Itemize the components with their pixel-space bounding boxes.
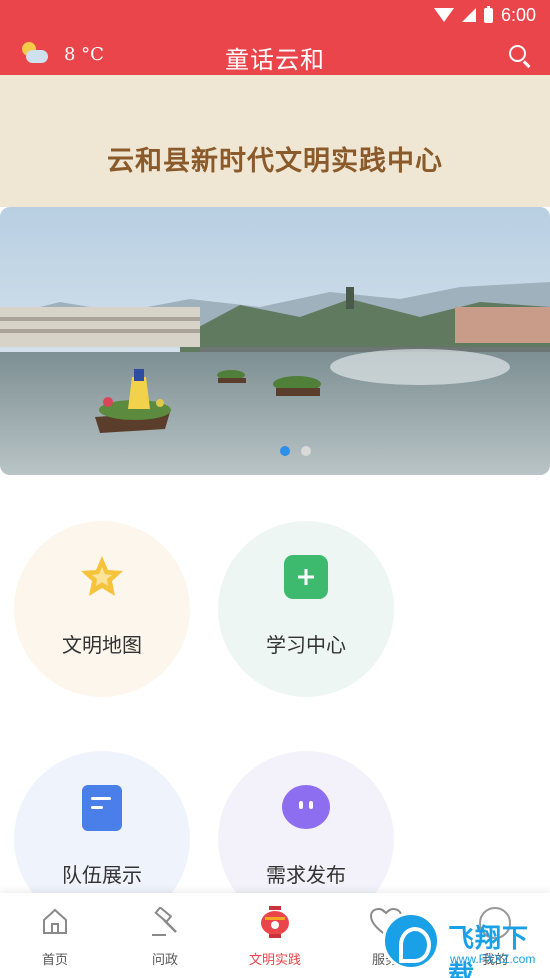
carousel-dot[interactable] xyxy=(301,446,311,456)
banner-title: 云和县新时代文明实践中心 xyxy=(107,146,443,177)
status-time: 6:00 xyxy=(500,4,536,25)
lantern-icon xyxy=(257,905,293,939)
signal-icon xyxy=(461,8,476,22)
home-icon xyxy=(37,905,73,939)
app-screen: 6:00 8 °C 童话云和 云和县新时代文明实践中心 文明地图 学习中心 队伍… xyxy=(0,0,550,978)
watermark-text: 飞翔下载 xyxy=(448,924,530,978)
chat-icon xyxy=(282,783,330,831)
carousel-slide-image xyxy=(0,207,550,475)
feature-label: 文明地图 xyxy=(62,633,142,657)
tab-home[interactable]: 首页 xyxy=(0,893,110,978)
app-title: 童话云和 xyxy=(225,46,325,74)
carousel-dot-active[interactable] xyxy=(280,446,290,456)
star-icon xyxy=(78,553,126,601)
site-watermark: 飞翔下载 www.FXXZ.com xyxy=(382,912,550,978)
gavel-icon xyxy=(147,905,183,939)
feature-civilization-map[interactable]: 文明地图 xyxy=(14,521,190,697)
tab-label: 问政 xyxy=(151,953,178,968)
search-icon[interactable] xyxy=(508,44,532,68)
feature-label: 需求发布 xyxy=(266,863,346,887)
plus-icon xyxy=(282,553,330,601)
bookmark-icon xyxy=(78,783,126,831)
app-header: 6:00 8 °C 童话云和 xyxy=(0,0,550,75)
wifi-icon xyxy=(433,8,454,22)
watermark-url: www.FXXZ.com xyxy=(450,952,536,966)
tab-politics[interactable]: 问政 xyxy=(110,893,220,978)
tab-label: 首页 xyxy=(41,953,68,968)
photo-carousel[interactable] xyxy=(0,207,550,475)
watermark-logo-icon xyxy=(382,912,440,970)
feature-label: 队伍展示 xyxy=(62,863,142,887)
status-bar: 6:00 xyxy=(433,4,536,26)
tab-label: 文明实践 xyxy=(248,953,301,968)
tab-civilization-practice[interactable]: 文明实践 xyxy=(220,893,330,978)
battery-icon xyxy=(483,5,493,23)
feature-study-center[interactable]: 学习中心 xyxy=(218,521,394,697)
feature-label: 学习中心 xyxy=(266,633,346,657)
